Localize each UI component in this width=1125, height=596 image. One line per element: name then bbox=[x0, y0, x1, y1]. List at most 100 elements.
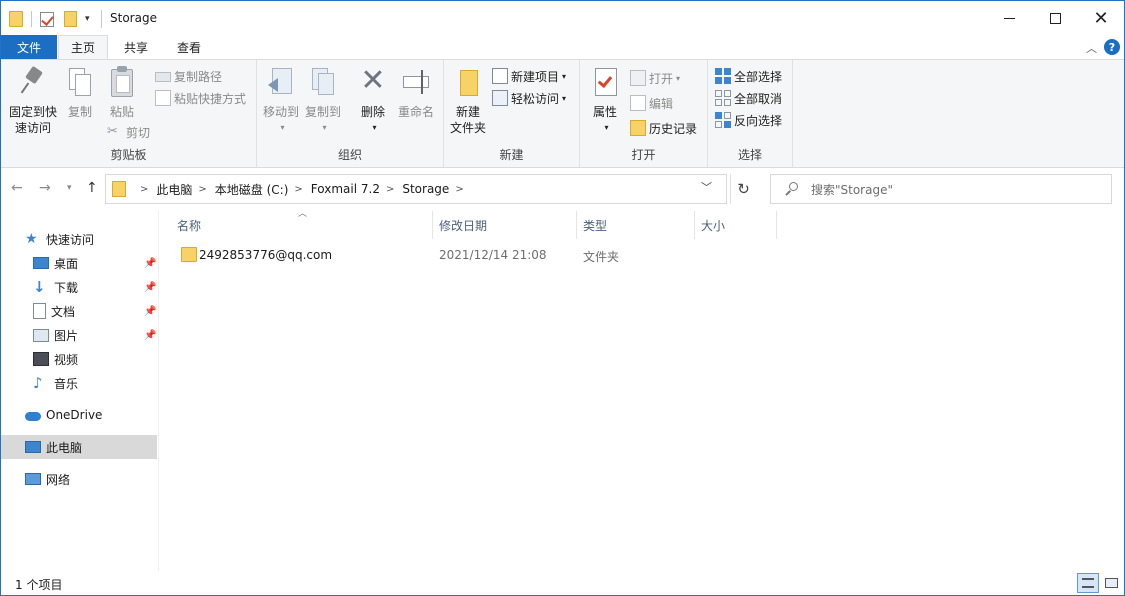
copy-button[interactable]: 复制 bbox=[63, 66, 97, 120]
search-input[interactable]: 搜索"Storage" bbox=[811, 181, 893, 198]
collapse-ribbon-chevron-up-icon[interactable]: ︿ bbox=[1086, 40, 1097, 56]
copy-to-button[interactable]: 复制到 ▾ bbox=[303, 66, 343, 136]
breadcrumb-foxmail[interactable]: Foxmail 7.2 bbox=[311, 182, 380, 196]
move-to-button[interactable]: 移动到 ▾ bbox=[261, 66, 301, 136]
open-button[interactable]: 打开 ▾ bbox=[630, 68, 680, 88]
copy-to-chevron-down-icon: ▾ bbox=[322, 123, 327, 132]
large-icons-view-button[interactable] bbox=[1101, 573, 1121, 593]
breadcrumb-chevron-right-icon[interactable]: > bbox=[140, 184, 148, 195]
close-button[interactable]: ✕ bbox=[1078, 1, 1124, 35]
list-item[interactable]: 2492853776@qq.com 2021/12/14 21:08 文件夹 bbox=[171, 244, 777, 266]
delete-button[interactable]: ✕ 删除 ▾ bbox=[355, 66, 391, 136]
title-bar: ▾ Storage ✕ bbox=[1, 1, 1124, 35]
sidebar-item-this-pc[interactable]: 此电脑 bbox=[1, 435, 157, 459]
column-name[interactable]: 名称 bbox=[171, 211, 433, 239]
sidebar-item-documents[interactable]: 文档 📌 bbox=[1, 299, 157, 323]
sidebar-item-pictures[interactable]: 图片 📌 bbox=[1, 323, 157, 347]
easy-access-button[interactable]: 轻松访问 ▾ bbox=[492, 88, 566, 108]
search-box[interactable]: 搜索"Storage" bbox=[770, 174, 1112, 204]
invert-selection-label: 反向选择 bbox=[734, 113, 783, 128]
forward-arrow-icon[interactable]: → bbox=[39, 180, 51, 196]
maximize-button[interactable] bbox=[1032, 1, 1078, 35]
help-icon[interactable]: ? bbox=[1104, 39, 1120, 55]
pin-label-line2: 速访问 bbox=[14, 121, 51, 135]
breadcrumb-chevron-right-icon[interactable]: > bbox=[294, 184, 302, 195]
select-group: 全部选择 全部取消 反向选择 选择 bbox=[708, 60, 793, 167]
folder-icon bbox=[9, 11, 23, 27]
new-folder-label-line2: 文件夹 bbox=[449, 121, 486, 135]
pin-to-quick-access-button[interactable]: 固定到快 速访问 bbox=[5, 65, 61, 136]
open-chevron-down-icon: ▾ bbox=[676, 73, 681, 83]
paste-shortcut-button[interactable]: 粘贴快捷方式 bbox=[155, 88, 246, 108]
paste-shortcut-label: 粘贴快捷方式 bbox=[174, 91, 247, 106]
breadcrumb: > 此电脑 > 本地磁盘 (C:) > Foxmail 7.2 > Storag… bbox=[134, 181, 472, 198]
copy-to-label: 复制到 bbox=[304, 105, 341, 119]
breadcrumb-chevron-right-icon[interactable]: > bbox=[455, 184, 463, 195]
open-icon bbox=[630, 70, 646, 86]
clipboard-group-label: 剪贴板 bbox=[110, 148, 147, 162]
new-item-button[interactable]: 新建项目 ▾ bbox=[492, 66, 566, 86]
network-icon bbox=[25, 473, 41, 485]
paste-button[interactable]: 粘贴 bbox=[105, 66, 139, 120]
sidebar-item-desktop[interactable]: 桌面 📌 bbox=[1, 251, 157, 275]
file-name[interactable]: 2492853776@qq.com bbox=[199, 248, 332, 262]
invert-selection-icon bbox=[715, 112, 731, 128]
properties-button[interactable]: 属性 ▾ bbox=[586, 66, 624, 136]
address-history-chevron-down-icon[interactable]: ﹀ bbox=[701, 179, 712, 195]
invert-selection-button[interactable]: 反向选择 bbox=[715, 110, 782, 130]
pin-icon[interactable]: 📌 bbox=[144, 306, 156, 317]
back-arrow-icon[interactable]: ← bbox=[11, 180, 23, 196]
select-all-label: 全部选择 bbox=[734, 69, 783, 84]
history-button[interactable]: 历史记录 bbox=[630, 118, 697, 138]
organize-group-label: 组织 bbox=[337, 148, 362, 162]
details-view-icon bbox=[1082, 578, 1094, 588]
tab-home[interactable]: 主页 bbox=[58, 35, 108, 59]
pin-icon[interactable]: 📌 bbox=[144, 258, 156, 269]
folder-icon bbox=[112, 181, 126, 197]
sidebar-item-downloads[interactable]: ↓ 下载 📌 bbox=[1, 275, 157, 299]
move-to-chevron-down-icon: ▾ bbox=[280, 123, 285, 132]
breadcrumb-chevron-right-icon[interactable]: > bbox=[198, 184, 206, 195]
breadcrumb-chevron-right-icon[interactable]: > bbox=[386, 184, 394, 195]
new-folder-qat-icon[interactable] bbox=[64, 11, 77, 27]
sidebar-item-videos[interactable]: 视频 bbox=[1, 347, 157, 371]
details-view-button[interactable] bbox=[1077, 573, 1099, 593]
breadcrumb-local-disk[interactable]: 本地磁盘 (C:) bbox=[215, 181, 289, 198]
recent-locations-chevron-down-icon[interactable]: ▾ bbox=[67, 183, 72, 193]
pin-icon[interactable]: 📌 bbox=[144, 330, 156, 341]
tab-file[interactable]: 文件 bbox=[1, 35, 57, 59]
pin-icon[interactable]: 📌 bbox=[144, 282, 156, 293]
move-to-icon bbox=[266, 66, 296, 98]
tab-share[interactable]: 共享 bbox=[111, 35, 161, 59]
select-none-button[interactable]: 全部取消 bbox=[715, 88, 782, 108]
sidebar-item-music[interactable]: ♪ 音乐 bbox=[1, 371, 157, 395]
minimize-button[interactable] bbox=[986, 1, 1032, 35]
sidebar-item-quick-access[interactable]: ★ 快速访问 bbox=[1, 227, 157, 251]
new-item-chevron-down-icon: ▾ bbox=[562, 71, 567, 81]
column-date-modified[interactable]: 修改日期 bbox=[433, 211, 577, 239]
cut-button[interactable]: ✂ 剪切 bbox=[107, 122, 150, 142]
sidebar-item-onedrive[interactable]: OneDrive bbox=[1, 403, 157, 427]
maximize-icon bbox=[1049, 12, 1061, 24]
edit-button[interactable]: 编辑 bbox=[630, 93, 673, 113]
customize-qat-chevron-down-icon[interactable]: ▾ bbox=[85, 14, 90, 24]
properties-qat-icon[interactable] bbox=[40, 11, 54, 27]
folder-icon bbox=[181, 247, 197, 262]
column-type[interactable]: 类型 bbox=[577, 211, 695, 239]
select-all-button[interactable]: 全部选择 bbox=[715, 66, 782, 86]
new-folder-button[interactable]: 新建 文件夹 bbox=[448, 66, 488, 136]
address-bar[interactable]: > 此电脑 > 本地磁盘 (C:) > Foxmail 7.2 > Storag… bbox=[105, 174, 727, 204]
download-icon: ↓ bbox=[33, 278, 46, 296]
sidebar-item-network[interactable]: 网络 bbox=[1, 467, 157, 491]
rename-button[interactable]: 重命名 bbox=[395, 66, 437, 120]
up-arrow-icon[interactable]: ↑ bbox=[86, 180, 98, 196]
breadcrumb-this-pc[interactable]: 此电脑 bbox=[156, 181, 192, 198]
copy-path-button[interactable]: 复制路径 bbox=[155, 66, 222, 86]
large-icons-view-icon bbox=[1104, 578, 1118, 588]
music-icon: ♪ bbox=[33, 374, 43, 392]
breadcrumb-storage[interactable]: Storage bbox=[402, 182, 449, 196]
refresh-button[interactable]: ↻ bbox=[730, 174, 756, 204]
column-size[interactable]: 大小 bbox=[695, 211, 777, 239]
tab-view[interactable]: 查看 bbox=[164, 35, 214, 59]
new-item-icon bbox=[492, 68, 508, 84]
